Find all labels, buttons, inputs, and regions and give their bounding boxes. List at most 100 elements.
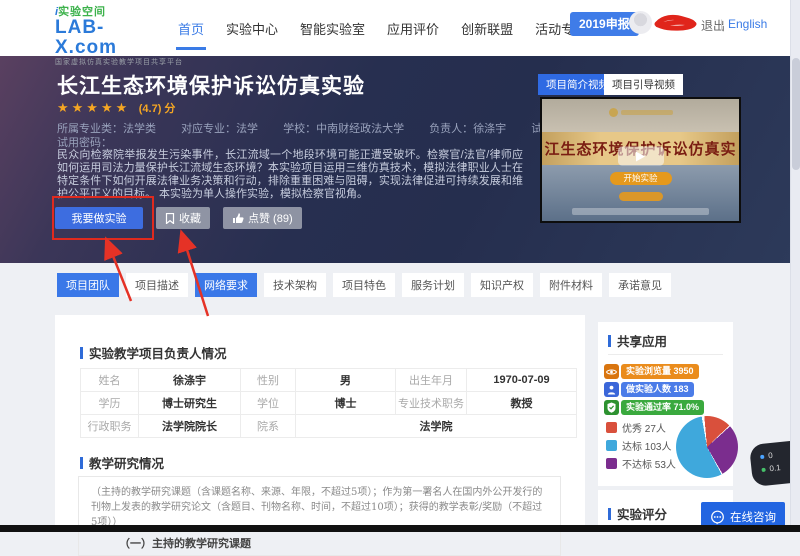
- participants-stat-label: 做实验人数 183: [621, 382, 694, 397]
- legend-swatch-fail: [606, 458, 617, 469]
- redacted-username-scribble: [653, 12, 699, 32]
- star-icons: ★★★★★: [57, 100, 130, 115]
- cell-gender-label: 性别: [241, 369, 296, 392]
- play-button[interactable]: [618, 147, 664, 166]
- research-section-title: 教学研究情况: [89, 453, 164, 472]
- score-section-title: 实验评分: [617, 504, 667, 523]
- cell-birth-label: 出生年月: [396, 369, 467, 392]
- results-pie-chart: [676, 416, 738, 478]
- score-section-heading: 实验评分: [608, 504, 667, 523]
- pass-rate-stat-badge: 实验通过率 71.0%: [604, 400, 704, 415]
- meta-school-label: 学校：: [283, 123, 316, 135]
- language-link[interactable]: English: [728, 17, 767, 31]
- cell-gender-value: 男: [296, 369, 396, 392]
- cell-admin-label: 行政职务: [81, 415, 139, 438]
- hero-action-buttons: 我要做实验 收藏 点赞 (89): [55, 207, 302, 229]
- user-icon: [604, 382, 619, 397]
- meta-trial-password-label: 试用密码：: [57, 134, 112, 150]
- meta-major-label: 对应专业：: [181, 123, 236, 135]
- emblem-seal-icon: [609, 108, 618, 117]
- site-logo[interactable]: i实验空间 LAB-X.com 国家虚拟仿真实验教学项目共享平台: [55, 7, 165, 67]
- tab-technical-architecture[interactable]: 技术架构: [264, 273, 326, 297]
- divider: [608, 354, 723, 355]
- cell-department-value: 法学院: [296, 415, 577, 438]
- views-stat-label: 实验浏览量 3950: [621, 364, 699, 379]
- main-nav: 首页 实验中心 智能实验室 应用评价 创新联盟 活动专题: [178, 0, 587, 56]
- tab-commitment[interactable]: 承诺意见: [609, 273, 671, 297]
- cell-degree-label: 学位: [241, 392, 296, 415]
- shared-usage-card: 共享应用 实验浏览量 3950 做实验人数 183 实验通过率 71.0% 优秀…: [598, 322, 733, 486]
- cell-name-label: 姓名: [81, 369, 139, 392]
- project-meta-row: 所属专业类：法学类 对应专业：法学 学校：中南财经政法大学 负责人：徐涤宇 试用…: [57, 120, 608, 136]
- nav-item-smart-lab[interactable]: 智能实验室: [300, 19, 365, 38]
- do-experiment-button[interactable]: 我要做实验: [55, 207, 143, 229]
- shared-usage-heading: 共享应用: [608, 331, 667, 350]
- legend-item-pass: 达标 103人: [606, 438, 671, 453]
- blue-dot-icon: [760, 454, 764, 458]
- tab-intellectual-property[interactable]: 知识产权: [471, 273, 533, 297]
- cell-degree-value: 博士: [296, 392, 396, 415]
- bookmark-icon: [165, 213, 175, 224]
- thumbs-up-icon: [232, 212, 244, 224]
- thumbnail-emblem: [609, 108, 673, 117]
- rating-score: (4.7) 分: [139, 103, 176, 115]
- meta-major-value: 法学: [236, 123, 258, 135]
- start-experiment-button[interactable]: 开始实验: [610, 172, 672, 185]
- consult-label: 在线咨询: [730, 509, 776, 525]
- cell-admin-value: 法学院院长: [139, 415, 241, 438]
- meta-leader-label: 负责人：: [429, 123, 473, 135]
- tab-project-team[interactable]: 项目团队: [57, 273, 119, 297]
- tab-network-requirements[interactable]: 网络要求: [195, 273, 257, 297]
- legend-swatch-excellent: [606, 422, 617, 433]
- nav-item-home[interactable]: 首页: [178, 19, 204, 38]
- collect-label: 收藏: [179, 210, 201, 226]
- legend-swatch-pass: [606, 440, 617, 451]
- project-description: 民众向检察院举报发生污染事件，长江流域一个地段环境可能正遭受破坏。检察官/法官/…: [57, 149, 523, 201]
- like-button[interactable]: 点赞 (89): [223, 207, 302, 229]
- research-section-heading: 教学研究情况: [80, 453, 164, 472]
- tab-guide-video[interactable]: 项目引导视频: [604, 74, 683, 95]
- section-accent-bar: [608, 508, 611, 520]
- research-note-text: （主持的教学研究课题（含课题名称、来源、年限，不超过5项）；作为第一署名人在国内…: [91, 485, 548, 530]
- tab-project-description[interactable]: 项目描述: [126, 273, 188, 297]
- avatar[interactable]: [629, 11, 652, 34]
- section-accent-bar: [80, 457, 83, 469]
- collect-button[interactable]: 收藏: [156, 207, 210, 229]
- scrollbar-thumb[interactable]: [792, 58, 800, 170]
- nav-item-app-review[interactable]: 应用评价: [387, 19, 439, 38]
- leader-info-table: 姓名 徐涤宇 性别 男 出生年月 1970-07-09 学历 博士研究生 学位 …: [80, 368, 577, 438]
- play-icon: [636, 151, 645, 161]
- bottom-window-edge: [0, 525, 800, 532]
- video-player[interactable]: 江生态环境保护诉讼仿真实 开始实验: [540, 97, 741, 223]
- legend-item-excellent: 优秀 27人: [606, 420, 666, 435]
- cell-department-label: 院系: [241, 415, 296, 438]
- tab-project-features[interactable]: 项目特色: [333, 273, 395, 297]
- shared-usage-title: 共享应用: [617, 331, 667, 350]
- secondary-orange-chip: [619, 192, 663, 201]
- nav-item-innovation-alliance[interactable]: 创新联盟: [461, 19, 513, 38]
- table-row: 学历 博士研究生 学位 博士 专业技术职务 教授: [81, 392, 577, 415]
- header-separator: |: [720, 17, 723, 31]
- legend-label-excellent: 优秀 27人: [622, 420, 666, 435]
- tab-service-plan[interactable]: 服务计划: [402, 273, 464, 297]
- video-thumbnail: 江生态环境保护诉讼仿真实 开始实验: [542, 99, 739, 221]
- main-content-card: 实验教学项目负责人情况 姓名 徐涤宇 性别 男 出生年月 1970-07-09 …: [55, 315, 585, 532]
- section-tabs: 项目团队 项目描述 网络要求 技术架构 项目特色 服务计划 知识产权 附件材料 …: [57, 273, 671, 297]
- section-accent-bar: [608, 335, 611, 347]
- leader-section-heading: 实验教学项目负责人情况: [80, 343, 227, 362]
- top-navbar: i实验空间 LAB-X.com 国家虚拟仿真实验教学项目共享平台 首页 实验中心…: [0, 0, 800, 56]
- cell-birth-value: 1970-07-09: [467, 369, 577, 392]
- thumbnail-caption-bar: [572, 208, 710, 215]
- research-subheading: （一）主持的教学研究课题: [119, 535, 548, 551]
- table-row: 姓名 徐涤宇 性别 男 出生年月 1970-07-09: [81, 369, 577, 392]
- views-stat-badge: 实验浏览量 3950: [604, 364, 699, 379]
- hero-banner: 长江生态环境保护诉讼仿真实验 ★★★★★ (4.7) 分 所属专业类：法学类 对…: [0, 56, 800, 263]
- meta-category-value: 法学类: [123, 123, 156, 135]
- page-scrollbar[interactable]: [790, 0, 800, 532]
- cell-education-value: 博士研究生: [139, 392, 241, 415]
- green-dot-icon: [761, 467, 765, 471]
- nav-item-experiment-center[interactable]: 实验中心: [226, 19, 278, 38]
- tab-attachments[interactable]: 附件材料: [540, 273, 602, 297]
- cell-education-label: 学历: [81, 392, 139, 415]
- widget-value-1: 0: [767, 449, 773, 462]
